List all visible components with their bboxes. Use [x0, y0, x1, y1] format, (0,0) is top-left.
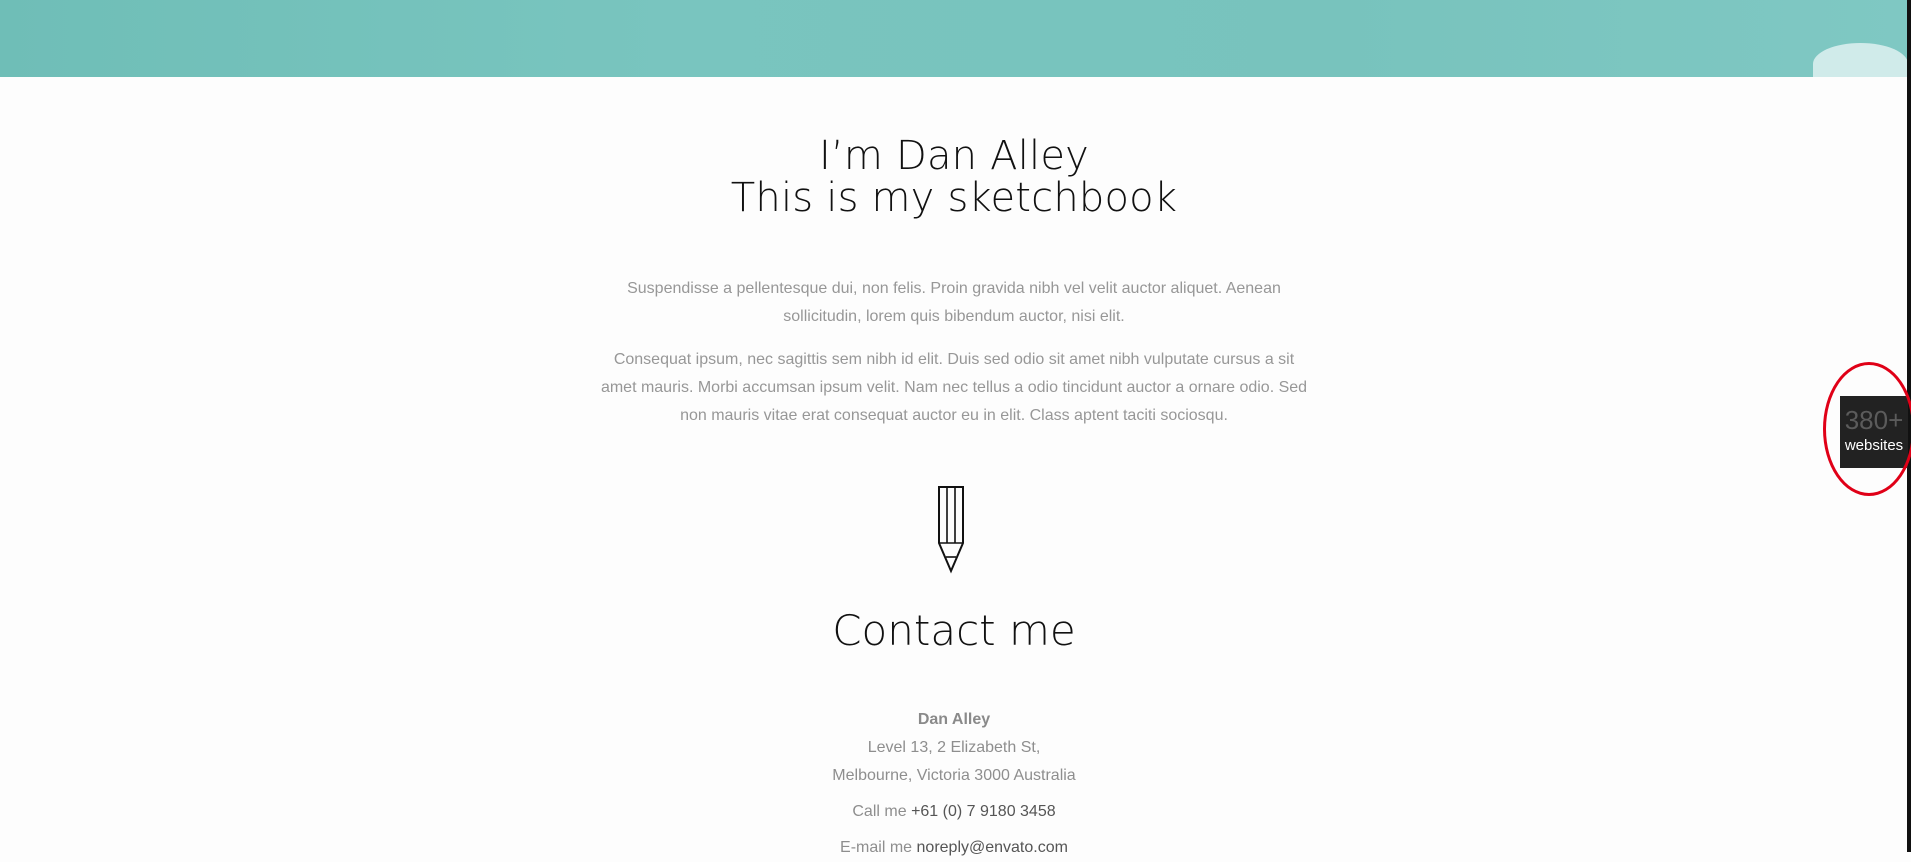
banner-cloud-shape: [1813, 43, 1908, 77]
contact-info: Dan Alley Level 13, 2 Elizabeth St, Melb…: [0, 706, 1908, 862]
email-link[interactable]: noreply@envato.com: [917, 839, 1068, 856]
contact-spacer-2: [0, 826, 1908, 834]
email-label: E-mail me: [840, 839, 913, 856]
contact-email-line: E-mail me noreply@envato.com: [0, 834, 1908, 862]
contact-phone-line: Call me +61 (0) 7 9180 3458: [0, 798, 1908, 826]
contact-address-line-1: Level 13, 2 Elizabeth St,: [867, 739, 1041, 756]
websites-count: 380+: [1844, 405, 1904, 435]
phone-number-link[interactable]: +61 (0) 7 9180 3458: [911, 803, 1056, 820]
websites-widget[interactable]: 380+ websites: [1840, 396, 1908, 468]
phone-label: Call me: [852, 803, 907, 820]
top-banner: [0, 0, 1908, 77]
contact-address-line-2: Melbourne, Victoria 3000 Australia: [832, 767, 1076, 784]
websites-label: websites: [1844, 437, 1904, 454]
intro-paragraph-1: Suspendisse a pellentesque dui, non feli…: [627, 280, 1281, 325]
contact-name: Dan Alley: [917, 711, 991, 728]
contact-spacer: [0, 790, 1908, 798]
hero-title-line-2: This is my sketchbook: [730, 175, 1178, 221]
intro-paragraph-2: Consequat ipsum, nec sagittis sem nibh i…: [600, 351, 1308, 424]
intro-text: Suspendisse a pellentesque dui, non feli…: [0, 275, 1908, 445]
hero-title: I’m Dan Alley This is my sketchbook: [0, 135, 1908, 219]
pencil-icon: [938, 486, 964, 574]
contact-title: Contact me: [832, 606, 1076, 655]
hero-title-line-1: I’m Dan Alley: [818, 133, 1090, 179]
